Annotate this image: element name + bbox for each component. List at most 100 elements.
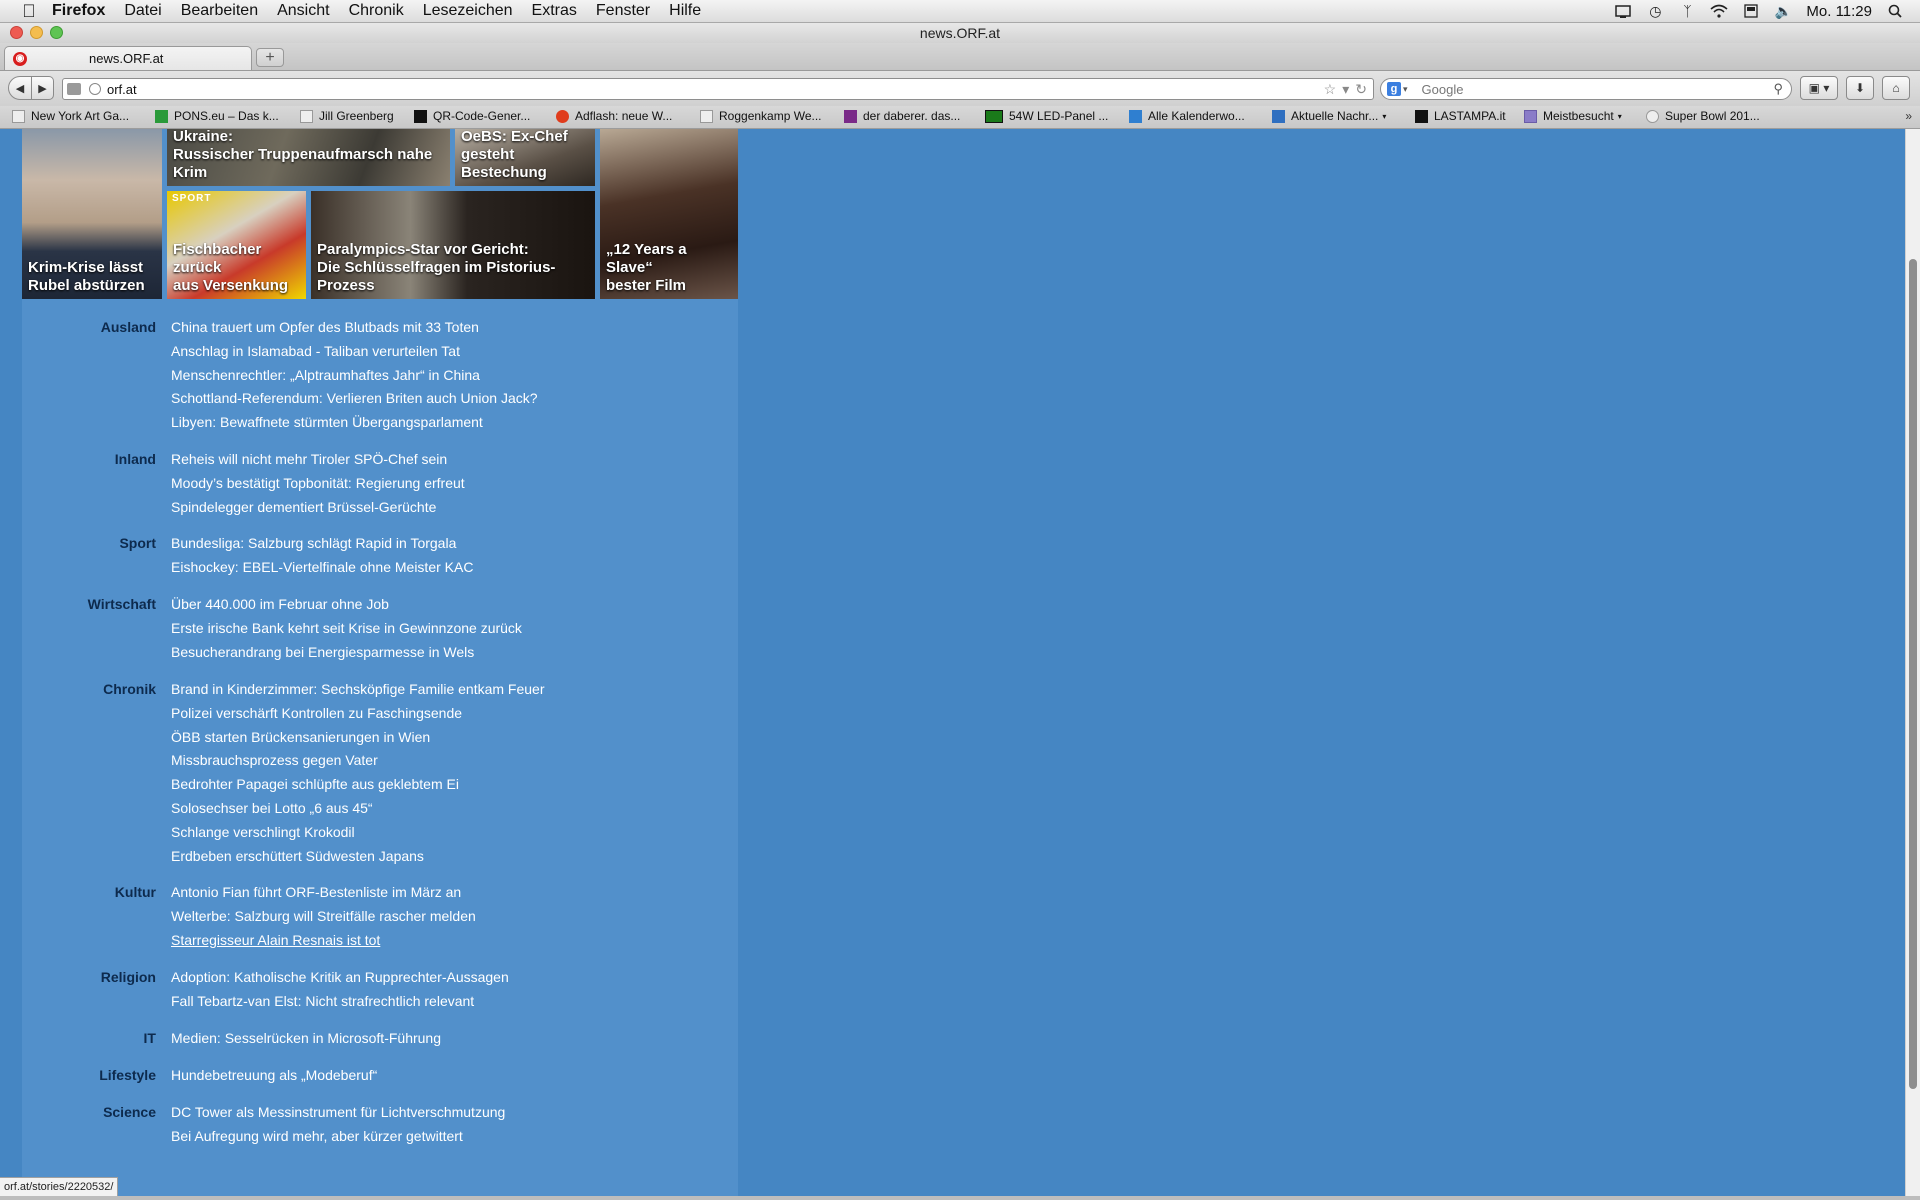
bookmark-item[interactable]: LASTAMPA.it bbox=[1415, 109, 1506, 123]
news-link[interactable]: Bei Aufregung wird mehr, aber kürzer get… bbox=[171, 1128, 505, 1152]
menu-app[interactable]: Firefox bbox=[52, 2, 105, 20]
volume-icon[interactable]: 🔈 bbox=[1774, 3, 1792, 19]
bookmarks-overflow-chevron-icon[interactable]: » bbox=[1905, 109, 1912, 123]
screenshot-button[interactable]: ▣ ▾ bbox=[1800, 76, 1838, 100]
news-link[interactable]: Moody’s bestätigt Topbonität: Regierung … bbox=[171, 475, 465, 499]
menu-fenster[interactable]: Fenster bbox=[596, 2, 650, 20]
bookmark-item[interactable]: QR-Code-Gener... bbox=[414, 109, 530, 123]
bookmark-item[interactable]: Alle Kalenderwo... bbox=[1129, 109, 1245, 123]
news-link[interactable]: Über 440.000 im Februar ohne Job bbox=[171, 596, 522, 620]
menu-bar:  Firefox Datei Bearbeiten Ansicht Chron… bbox=[0, 0, 1920, 23]
spotlight-icon[interactable] bbox=[1886, 3, 1904, 19]
bookmark-folder[interactable]: Meistbesucht ▾ bbox=[1524, 109, 1622, 123]
menu-clock[interactable]: Mo. 11:29 bbox=[1806, 3, 1872, 20]
window-titlebar: news.ORF.at bbox=[0, 23, 1920, 43]
news-link[interactable]: ÖBB starten Brückensanierungen in Wien bbox=[171, 729, 545, 753]
close-window-button[interactable] bbox=[10, 26, 23, 39]
menu-lesezeichen[interactable]: Lesezeichen bbox=[423, 2, 513, 20]
bookmark-item[interactable]: New York Art Ga... bbox=[12, 109, 129, 123]
search-engine-dropdown-icon[interactable]: ▾ bbox=[1403, 84, 1408, 95]
search-icon[interactable]: ⚲ bbox=[1773, 81, 1783, 97]
bookmark-item[interactable]: Jill Greenberg bbox=[300, 109, 394, 123]
news-link[interactable]: Solosechser bei Lotto „6 aus 45“ bbox=[171, 800, 545, 824]
forward-arrow-icon: ▶ bbox=[38, 82, 47, 95]
downloads-button[interactable]: ⬇ bbox=[1846, 76, 1874, 100]
news-link[interactable]: Menschenrechtler: „Alptraumhaftes Jahr“ … bbox=[171, 367, 538, 391]
news-link[interactable]: Fall Tebartz-van Elst: Nicht strafrechtl… bbox=[171, 993, 509, 1017]
menu-ansicht[interactable]: Ansicht bbox=[277, 2, 329, 20]
home-button[interactable]: ⌂ bbox=[1882, 76, 1910, 100]
tile-pistorius[interactable]: Paralympics-Star vor Gericht: Die Schlüss… bbox=[311, 191, 595, 299]
search-bar[interactable]: g ▾ Google ⚲ bbox=[1380, 78, 1792, 100]
back-button[interactable]: ◀ bbox=[8, 76, 32, 100]
news-link[interactable]: Brand in Kinderzimmer: Sechsköpfige Fami… bbox=[171, 681, 545, 705]
forward-button[interactable]: ▶ bbox=[32, 76, 54, 100]
tile-oebs[interactable]: OeBS: Ex-Chef gesteht Bestechung bbox=[455, 129, 595, 186]
news-link[interactable]: Erste irische Bank kehrt seit Krise in G… bbox=[171, 620, 522, 644]
news-link[interactable]: Libyen: Bewaffnete stürmten Übergangspar… bbox=[171, 414, 538, 438]
bookmark-star-icon[interactable]: ☆ bbox=[1324, 81, 1337, 98]
search-input[interactable]: Google bbox=[1422, 82, 1464, 97]
url-text[interactable]: orf.at bbox=[107, 82, 137, 97]
new-tab-button[interactable]: + bbox=[256, 48, 284, 67]
news-link[interactable]: Polizei verschärft Kontrollen zu Faschin… bbox=[171, 705, 545, 729]
kw-icon bbox=[1129, 109, 1142, 123]
news-link-hovered[interactable]: Starregisseur Alain Resnais ist tot bbox=[171, 932, 476, 956]
google-engine-icon[interactable]: g bbox=[1387, 82, 1401, 96]
bookmark-item[interactable]: der daberer. das... bbox=[844, 109, 960, 123]
news-link[interactable]: Schottland-Referendum: Verlieren Briten … bbox=[171, 390, 538, 414]
minimize-window-button[interactable] bbox=[30, 26, 43, 39]
news-link[interactable]: Medien: Sesselrücken in Microsoft-Führun… bbox=[171, 1030, 441, 1054]
news-link[interactable]: Eishockey: EBEL-Viertelfinale ohne Meist… bbox=[171, 559, 473, 583]
wifi-icon[interactable] bbox=[1710, 3, 1728, 19]
news-link[interactable]: Bedrohter Papagei schlüpfte aus geklebte… bbox=[171, 776, 545, 800]
tab-strip: ◉ news.ORF.at + bbox=[0, 43, 1920, 71]
menu-datei[interactable]: Datei bbox=[124, 2, 161, 20]
page-info-icon[interactable] bbox=[67, 83, 81, 95]
menu-extras[interactable]: Extras bbox=[532, 2, 577, 20]
globe-icon bbox=[89, 83, 101, 95]
bookmark-item[interactable]: 54W LED-Panel ... bbox=[985, 109, 1108, 123]
reload-icon[interactable]: ↻ bbox=[1355, 81, 1367, 98]
tile-caption: Fischbacher zurück aus Versenkung bbox=[173, 241, 289, 294]
news-link[interactable]: Bundesliga: Salzburg schlägt Rapid in To… bbox=[171, 535, 473, 559]
apple-icon[interactable]:  bbox=[18, 0, 40, 22]
news-link[interactable]: Erdbeben erschüttert Südwesten Japans bbox=[171, 848, 545, 872]
bookmark-item[interactable]: Roggenkamp We... bbox=[700, 109, 822, 123]
news-link[interactable]: Antonio Fian führt ORF-Bestenliste im Mä… bbox=[171, 884, 476, 908]
time-machine-icon[interactable]: ◷ bbox=[1646, 3, 1664, 19]
url-dropdown-icon[interactable]: ▾ bbox=[1342, 81, 1349, 98]
vertical-scrollbar[interactable] bbox=[1905, 129, 1920, 1196]
news-link[interactable]: Besucherandrang bei Energiesparmesse in … bbox=[171, 644, 522, 668]
menu-bearbeiten[interactable]: Bearbeiten bbox=[181, 2, 258, 20]
news-link[interactable]: Adoption: Katholische Kritik an Rupprech… bbox=[171, 969, 509, 993]
bookmark-folder[interactable]: Aktuelle Nachr... ▾ bbox=[1272, 109, 1386, 123]
adflash-icon bbox=[556, 109, 569, 123]
tile-putin[interactable]: Krim-Krise lässt Rubel abstürzen bbox=[22, 129, 162, 299]
news-link[interactable]: China trauert um Opfer des Blutbads mit … bbox=[171, 319, 538, 343]
news-link[interactable]: Hundebetreuung als „Modeberuf“ bbox=[171, 1067, 377, 1091]
news-link[interactable]: Spindelegger dementiert Brüssel-Gerüchte bbox=[171, 499, 465, 523]
display-icon[interactable] bbox=[1614, 3, 1632, 19]
scrollbar-thumb[interactable] bbox=[1909, 259, 1917, 1089]
bookmark-item[interactable]: Super Bowl 201... bbox=[1646, 109, 1760, 123]
page-content: Krim-Krise lässt Rubel abstürzen Ukraine… bbox=[0, 129, 1906, 1196]
url-bar[interactable]: orf.at ☆ ▾ ↻ bbox=[62, 78, 1374, 100]
tab-news-orf[interactable]: ◉ news.ORF.at bbox=[4, 46, 252, 70]
tile-12-years[interactable]: „12 Years a Slave“ bester Film bbox=[600, 129, 738, 299]
news-link[interactable]: Schlange verschlingt Krokodil bbox=[171, 824, 545, 848]
news-link[interactable]: Reheis will nicht mehr Tiroler SPÖ-Chef … bbox=[171, 451, 465, 475]
news-link[interactable]: Anschlag in Islamabad - Taliban verurtei… bbox=[171, 343, 538, 367]
bookmark-item[interactable]: Adflash: neue W... bbox=[556, 109, 672, 123]
tile-fischbacher[interactable]: SPORT Fischbacher zurück aus Versenkung bbox=[167, 191, 306, 299]
news-link[interactable]: DC Tower als Messinstrument für Lichtver… bbox=[171, 1104, 505, 1128]
menu-chronik[interactable]: Chronik bbox=[349, 2, 404, 20]
tile-ukraine[interactable]: Ukraine: Russischer Truppenaufmarsch nahe… bbox=[167, 129, 450, 186]
menu-hilfe[interactable]: Hilfe bbox=[669, 2, 701, 20]
news-link[interactable]: Missbrauchsprozess gegen Vater bbox=[171, 752, 545, 776]
flag-icon[interactable] bbox=[1742, 3, 1760, 19]
news-link[interactable]: Welterbe: Salzburg will Streitfälle rasc… bbox=[171, 908, 476, 932]
bluetooth-icon[interactable]: ᛉ bbox=[1678, 3, 1696, 19]
bookmark-item[interactable]: PONS.eu – Das k... bbox=[155, 109, 279, 123]
zoom-window-button[interactable] bbox=[50, 26, 63, 39]
